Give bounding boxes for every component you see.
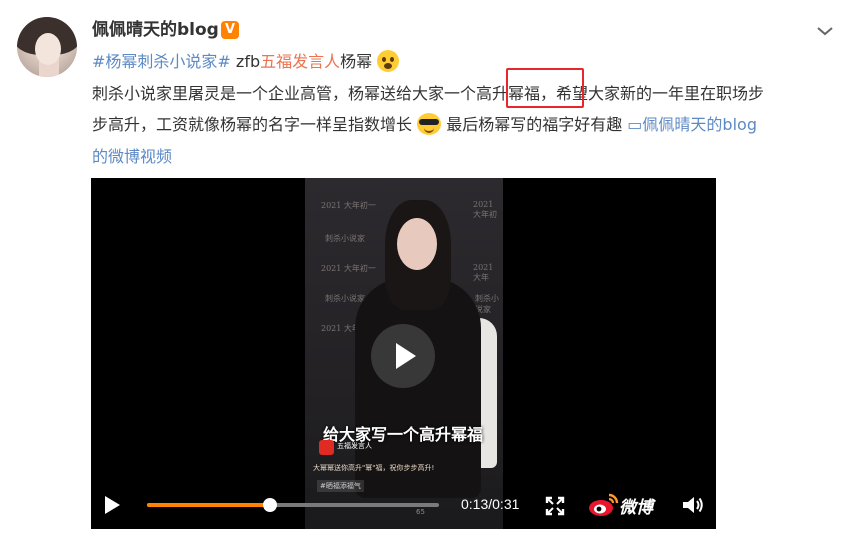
video-player[interactable]: 2021 大年初一 2021 大年初 刺杀小说家 2021 大年初一 2021 … <box>91 178 716 529</box>
mention-link[interactable]: 五福发言人 <box>260 52 340 71</box>
video-link-icon[interactable]: ▭ <box>627 115 642 134</box>
play-button[interactable] <box>371 324 435 388</box>
background-text: 2021 大年 <box>473 263 494 282</box>
background-text: 2021 大年初一 <box>321 264 376 273</box>
chevron-down-icon[interactable] <box>816 22 834 40</box>
sunglasses-emoji-icon <box>417 113 442 135</box>
weibo-logo-icon[interactable] <box>587 491 619 519</box>
text-segment: zfb <box>230 52 261 71</box>
post-line-1: #杨幂刺杀小说家# zfb五福发言人杨幂 <box>92 50 400 74</box>
text-segment: 步高升，工资就像杨幂的名字一样呈指数增长 <box>92 115 413 134</box>
video-subtag: #晒福添福气 <box>317 480 364 492</box>
background-text: 2021 大年初一 <box>321 201 376 210</box>
progress-knob[interactable] <box>262 498 277 512</box>
post-line-2: 刺杀小说家里屠灵是一个企业高管，杨幂送给大家一个高升幂福，希望大家新的一年里在职… <box>92 84 765 103</box>
background-text: 2021 大年初 <box>473 200 497 219</box>
background-text: 刺杀小说家 <box>325 294 365 303</box>
time-display: 0:13/0:31 <box>461 496 520 512</box>
avatar[interactable] <box>17 17 77 77</box>
fu-label: 五福发言人 <box>337 442 372 450</box>
progress-bar[interactable] <box>147 498 439 512</box>
highlight-box <box>506 68 584 108</box>
video-link-tail[interactable]: 的微博视频 <box>92 145 172 169</box>
play-icon[interactable] <box>105 496 120 514</box>
progress-fill <box>147 503 270 507</box>
verified-badge: V <box>221 21 239 39</box>
text-segment: 杨幂 <box>340 52 373 71</box>
text-segment: 最后杨幂写的福字好有趣 <box>441 115 628 134</box>
video-subcaption: 大幂幂送你高升"幂"福，祝你步步高升! <box>313 464 435 472</box>
username[interactable]: 佩佩晴天的blog <box>92 18 219 42</box>
post-line-3: 步高升，工资就像杨幂的名字一样呈指数增长 最后杨幂写的福字好有趣 ▭佩佩晴天的b… <box>92 113 757 137</box>
shocked-emoji-icon <box>377 50 400 72</box>
person-face <box>397 218 437 270</box>
volume-icon[interactable] <box>681 494 705 516</box>
background-text: 刺杀小说家 <box>325 234 365 243</box>
fu-logo-icon <box>319 440 334 455</box>
topic-link[interactable]: #杨幂刺杀小说家# <box>92 52 231 71</box>
background-text: 刺杀小说家 <box>475 294 499 314</box>
fullscreen-icon[interactable] <box>545 496 565 516</box>
like-count: 65 <box>416 508 425 516</box>
weibo-brand-text: 微博 <box>619 498 653 518</box>
video-link[interactable]: 佩佩晴天的blog <box>642 115 757 134</box>
